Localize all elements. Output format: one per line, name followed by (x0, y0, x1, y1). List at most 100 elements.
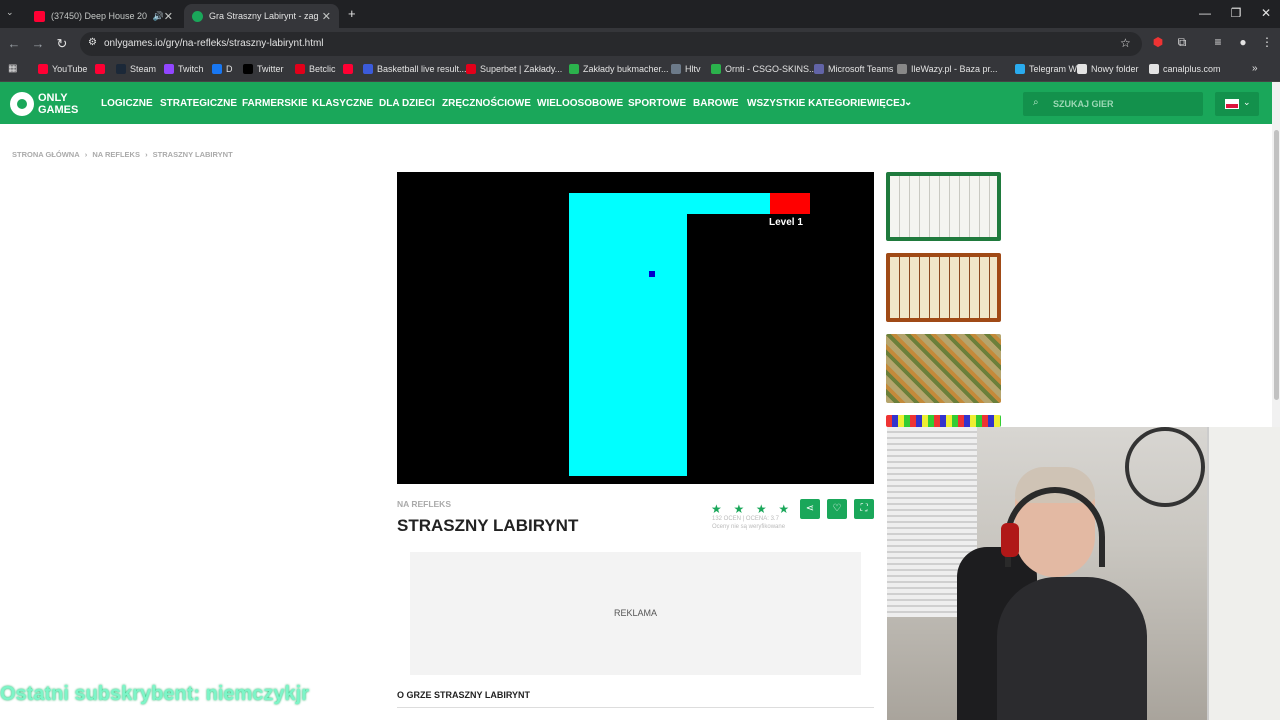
bookmark-favicon-icon (1149, 64, 1159, 74)
star-icon[interactable]: ★ (778, 502, 796, 516)
related-game-thumbnail-bubbles[interactable] (886, 415, 1001, 427)
nav-item[interactable]: FARMERSKIE (242, 98, 308, 109)
search-icon: ⌕ (1033, 97, 1039, 108)
player-cursor[interactable] (649, 271, 655, 277)
address-bar[interactable]: ⚙ onlygames.io/gry/na-refleks/straszny-l… (80, 32, 1142, 56)
nav-item[interactable]: BAROWE (693, 98, 739, 109)
nav-item[interactable]: STRATEGICZNE (160, 98, 237, 109)
bookmark-star-icon[interactable]: ☆ (1120, 36, 1131, 50)
related-game-thumbnail-mahjong-brown[interactable] (886, 253, 1001, 322)
star-icon[interactable]: ★ (733, 502, 751, 516)
close-window-icon[interactable]: ✕ (1256, 6, 1276, 20)
fullscreen-button[interactable]: ⛶ (854, 499, 874, 519)
nav-item[interactable]: DLA DZIECI (379, 98, 435, 109)
bookmarks-overflow-icon[interactable]: » (1252, 63, 1258, 74)
shelf (1207, 427, 1280, 720)
share-icon: ⋖ (805, 503, 815, 514)
bookmark-item[interactable] (343, 64, 357, 74)
bookmark-favicon-icon (343, 64, 353, 74)
forward-icon[interactable]: → (30, 36, 46, 51)
nav-item[interactable]: SPORTOWE (628, 98, 686, 109)
youtube-favicon-icon (34, 10, 45, 22)
breadcrumb-separator: › (145, 150, 148, 159)
related-game-thumbnail-tiles[interactable] (886, 334, 1001, 403)
star-icon[interactable]: ★ (711, 502, 729, 516)
game-canvas[interactable]: Level 1 (397, 172, 874, 484)
bookmark-label: Twitch (178, 64, 204, 74)
reload-icon[interactable]: ↻ (54, 36, 70, 52)
nav-item[interactable]: WIELOOSOBOWE (537, 98, 623, 109)
tab-search-icon[interactable]: ⌄ (6, 7, 14, 18)
bookmark-favicon-icon (212, 64, 222, 74)
favorite-button[interactable]: ♡ (827, 499, 847, 519)
close-tab-icon[interactable]: ✕ (322, 10, 331, 23)
bookmark-item[interactable]: Twitter (243, 64, 284, 74)
bookmark-item[interactable]: Ornti - CSGO-SKINS... (711, 64, 817, 74)
search-box[interactable]: ⌕ (1023, 92, 1203, 116)
star-icon[interactable]: ★ (756, 502, 774, 516)
bookmark-item[interactable]: IleWazy.pl - Baza pr... (897, 64, 998, 74)
bookmark-label: Zakłady bukmacher... (583, 64, 669, 74)
breadcrumb-category[interactable]: NA REFLEKS (92, 150, 140, 159)
share-button[interactable]: ⋖ (800, 499, 820, 519)
bookmark-item[interactable]: Betclic (295, 64, 336, 74)
media-control-icon[interactable]: ≡ (1210, 35, 1226, 49)
bookmark-label: Microsoft Teams (828, 64, 894, 74)
site-info-icon[interactable]: ⚙ (88, 37, 97, 48)
bookmark-favicon-icon (466, 64, 476, 74)
bookmark-item[interactable]: Hltv (671, 64, 701, 74)
nav-item[interactable]: ZRĘCZNOŚCIOWE (442, 98, 531, 109)
close-tab-icon[interactable]: ✕ (164, 10, 173, 23)
browser-tab-game[interactable]: Gra Straszny Labirynt - zagraj w... ✕ (184, 4, 339, 28)
bookmark-item[interactable]: canalplus.com (1149, 64, 1221, 74)
url-text[interactable]: onlygames.io/gry/na-refleks/straszny-lab… (104, 38, 324, 49)
bookmark-label: D (226, 64, 233, 74)
bookmark-favicon-icon (164, 64, 174, 74)
bookmark-item[interactable]: Microsoft Teams (814, 64, 893, 74)
last-subscriber-overlay: Ostatni subskrybent: niemczykjr (0, 683, 309, 705)
bookmark-label: IleWazy.pl - Baza pr... (911, 64, 998, 74)
bookmark-favicon-icon (814, 64, 824, 74)
browser-tab-youtube[interactable]: (37450) Deep House 2025 | Party Music 🔊 … (26, 4, 181, 28)
bookmark-item[interactable]: Nowy folder (1077, 64, 1139, 74)
bookmark-item[interactable]: D (212, 64, 233, 74)
bookmark-item[interactable]: YouTube (38, 64, 87, 74)
nav-item[interactable]: KLASYCZNE (312, 98, 373, 109)
profile-avatar-icon[interactable]: ● (1235, 35, 1251, 49)
browser-menu-icon[interactable]: ⋮ (1259, 35, 1275, 49)
bookmark-item[interactable] (95, 64, 109, 74)
bookmark-item[interactable]: Steam (116, 64, 156, 74)
bookmark-item[interactable]: Zakłady bukmacher... (569, 64, 669, 74)
game-category[interactable]: NA REFLEKS (397, 499, 451, 509)
nav-item[interactable]: WIĘCEJ (867, 98, 905, 109)
back-icon[interactable]: ← (6, 36, 22, 51)
scrollbar-thumb[interactable] (1274, 130, 1279, 400)
polish-flag-icon (1225, 99, 1239, 109)
bookmark-item[interactable]: Basketball live result... (363, 64, 467, 74)
bookmarks-bar: ▦ YouTube Steam Twitch D Twitter Betclic Baske… (0, 60, 1280, 82)
restore-icon[interactable]: ❐ (1226, 6, 1246, 20)
nav-item[interactable]: WSZYSTKIE KATEGORIE (747, 98, 867, 109)
minimize-icon[interactable]: — (1195, 6, 1215, 20)
bookmark-label: Steam (130, 64, 157, 74)
puzzle-extensions-icon[interactable]: ⧉ (1174, 35, 1190, 50)
logo-text-line2: GAMES (38, 104, 79, 116)
bookmark-favicon-icon (569, 64, 579, 74)
bookmark-favicon-icon (95, 64, 105, 74)
ad-label: REKLAMA (613, 608, 657, 618)
nav-item[interactable]: LOGICZNE (101, 98, 153, 109)
breadcrumb-home[interactable]: STRONA GŁÓWNA (12, 150, 80, 159)
related-game-thumbnail-mahjong-green[interactable] (886, 172, 1001, 241)
bookmark-item[interactable]: Twitch (164, 64, 204, 74)
bookmark-item[interactable]: Superbet | Zakłady... (466, 64, 562, 74)
extension-icon[interactable]: ⬢ (1150, 35, 1166, 49)
chevron-down-icon[interactable]: ⌄ (904, 97, 912, 108)
new-tab-icon[interactable]: + (348, 6, 356, 21)
apps-grid-icon[interactable]: ▦ (8, 63, 17, 74)
speaker-icon[interactable]: 🔊 (153, 11, 164, 22)
level-label: Level 1 (769, 217, 803, 228)
bookmark-label: Betclic (309, 64, 336, 74)
search-input[interactable] (1053, 96, 1193, 112)
onlygames-logo[interactable]: ONLY GAMES (10, 90, 80, 118)
language-selector[interactable]: ⌄ (1215, 92, 1259, 116)
